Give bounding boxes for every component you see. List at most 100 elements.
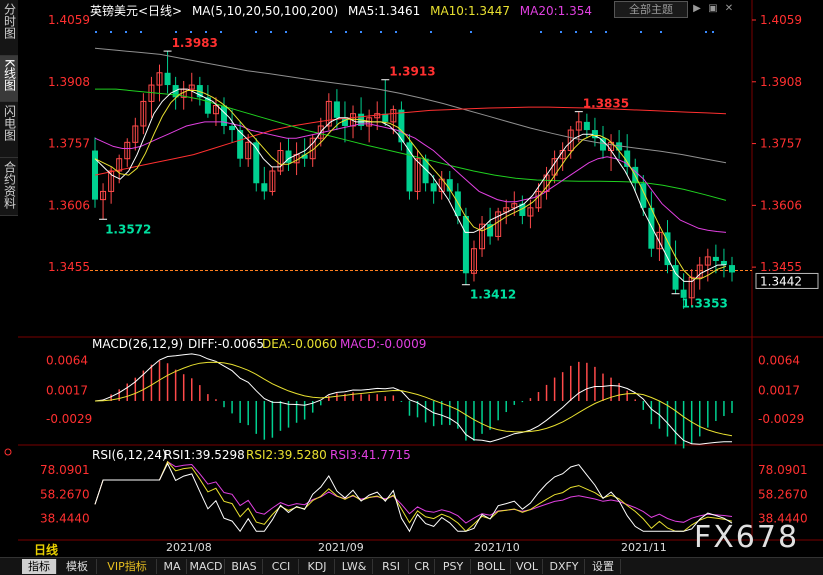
chart-stage: 1.4059 1.4059 1.3908 1.3908 1.3757 1.3757 1.36… xyxy=(0,0,823,574)
side-tab-flash[interactable]: 闪电图 xyxy=(0,102,18,158)
rsi2-value: RSI2:39.5280 xyxy=(246,448,327,462)
ma5-value: MA5:1.3461 xyxy=(348,4,421,18)
event-marker xyxy=(540,31,542,33)
candle-body xyxy=(164,72,171,86)
tab-dxfy[interactable]: DXFY xyxy=(544,559,585,574)
macd-tick-label: 0.0064 xyxy=(46,354,88,368)
macd-tick-label: -0.0029 xyxy=(758,412,804,426)
macd-dif-value: DIFF:-0.0065 xyxy=(188,337,264,351)
event-marker xyxy=(575,31,577,33)
candle-body xyxy=(430,183,437,192)
event-marker xyxy=(190,31,192,33)
tab-indicator[interactable]: 指标 xyxy=(22,559,57,574)
event-marker xyxy=(660,31,662,33)
x-tick-label: 2021/09 xyxy=(318,541,364,554)
macd-label: MACD(26,12,9) xyxy=(92,337,183,351)
event-marker xyxy=(430,31,432,33)
event-marker xyxy=(395,31,397,33)
event-marker xyxy=(255,31,257,33)
event-marker xyxy=(640,31,642,33)
tab-lw[interactable]: LW& xyxy=(336,559,373,574)
indicator-tab-bar: 指标 模板 VIP指标 MA MACD BIAS CCI KDJ LW& RSI… xyxy=(0,557,823,575)
side-tab-kline[interactable]: K线图 xyxy=(0,56,18,102)
candle-body xyxy=(729,265,735,273)
side-tab-label: 合约资料 xyxy=(2,161,17,209)
x-tick-label: 2021/08 xyxy=(166,541,212,554)
current-price-label: 1.3442 xyxy=(760,274,802,288)
event-marker xyxy=(330,31,332,33)
rsi-tick-label: 78.0901 xyxy=(758,463,808,477)
tab-bias[interactable]: BIAS xyxy=(226,559,263,574)
tab-boll[interactable]: BOLL xyxy=(472,559,511,574)
rsi1-value: RSI1:39.5298 xyxy=(164,448,245,462)
price-annotation: 1.3835 xyxy=(583,97,629,111)
rsi2-line xyxy=(94,460,733,532)
macd-dea-line xyxy=(94,361,733,437)
event-marker xyxy=(175,31,177,33)
x-tick-label: 2021/11 xyxy=(621,541,667,554)
tab-vol[interactable]: VOL xyxy=(512,559,543,574)
theme-select-button[interactable]: 全部主题 xyxy=(614,1,688,18)
event-marker xyxy=(360,31,362,33)
event-marker xyxy=(110,31,112,33)
side-tab-label: K线图 xyxy=(2,59,17,91)
side-tab-contract-info[interactable]: 合约资料 xyxy=(0,158,18,216)
price-tick-label: 1.3455 xyxy=(48,260,90,274)
event-marker xyxy=(712,31,714,33)
candle-body xyxy=(406,142,413,192)
event-marker xyxy=(270,31,272,33)
event-marker xyxy=(345,31,347,33)
price-tick-label: 1.3757 xyxy=(48,137,90,151)
candle-body xyxy=(599,138,606,151)
event-marker xyxy=(220,31,222,33)
price-tick-label: 1.4059 xyxy=(48,13,90,27)
price-annotation: 1.3983 xyxy=(172,36,218,50)
rsi-settings-icon xyxy=(4,448,12,456)
ma-settings-label[interactable]: MA(5,10,20,50,100,200) xyxy=(192,4,338,18)
rsi3-value: RSI3:41.7715 xyxy=(330,448,411,462)
price-tick-label: 1.3455 xyxy=(760,260,802,274)
price-tick-label: 1.4059 xyxy=(760,13,802,27)
chart-header: 英镑美元<日线> MA(5,10,20,50,100,200) MA5:1.34… xyxy=(90,2,598,18)
rsi1-line xyxy=(94,462,733,533)
tab-ma[interactable]: MA xyxy=(158,559,187,574)
tab-template[interactable]: 模板 xyxy=(58,559,97,574)
price-tick-label: 1.3908 xyxy=(48,75,90,89)
tab-cci[interactable]: CCI xyxy=(264,559,299,574)
tab-psy[interactable]: PSY xyxy=(436,559,471,574)
price-annotation: 1.3913 xyxy=(389,65,435,79)
period-label[interactable]: 日线 xyxy=(34,541,58,558)
play-icon[interactable]: ▶ xyxy=(690,1,704,16)
macd-hist-value: MACD:-0.0009 xyxy=(340,337,426,351)
event-marker xyxy=(560,31,562,33)
event-marker xyxy=(590,31,592,33)
event-marker xyxy=(140,31,142,33)
side-tab-timeshare[interactable]: 分时图 xyxy=(0,0,18,56)
event-marker xyxy=(285,31,287,33)
candle-body xyxy=(398,109,405,143)
event-marker xyxy=(470,31,472,33)
tab-vip-indicator[interactable]: VIP指标 xyxy=(98,559,157,574)
tab-kdj[interactable]: KDJ xyxy=(300,559,335,574)
candle-body xyxy=(712,256,719,261)
rsi-tick-label: 58.2670 xyxy=(758,487,808,501)
tab-macd[interactable]: MACD xyxy=(188,559,225,574)
kline-chart[interactable]: 1.4059 1.4059 1.3908 1.3908 1.3757 1.3757 1.36… xyxy=(0,0,823,574)
ma10-value: MA10:1.3447 xyxy=(430,4,510,18)
event-marker xyxy=(380,31,382,33)
event-marker xyxy=(705,31,707,33)
close-icon[interactable]: ✕ xyxy=(722,1,736,16)
x-tick-label: 2021/10 xyxy=(474,541,520,554)
tab-cr[interactable]: CR xyxy=(410,559,435,574)
macd-tick-label: 0.0017 xyxy=(758,383,800,397)
macd-dif-line xyxy=(94,353,732,445)
maximize-icon[interactable]: ▣ xyxy=(706,1,720,16)
event-marker xyxy=(125,31,127,33)
candle-body xyxy=(462,215,469,274)
candle-body xyxy=(333,101,340,118)
candle-body xyxy=(583,121,590,131)
tab-rsi[interactable]: RSI xyxy=(374,559,409,574)
tab-settings[interactable]: 设置 xyxy=(586,559,621,574)
candle-body xyxy=(261,183,268,192)
macd-dea-value: DEA:-0.0060 xyxy=(262,337,337,351)
